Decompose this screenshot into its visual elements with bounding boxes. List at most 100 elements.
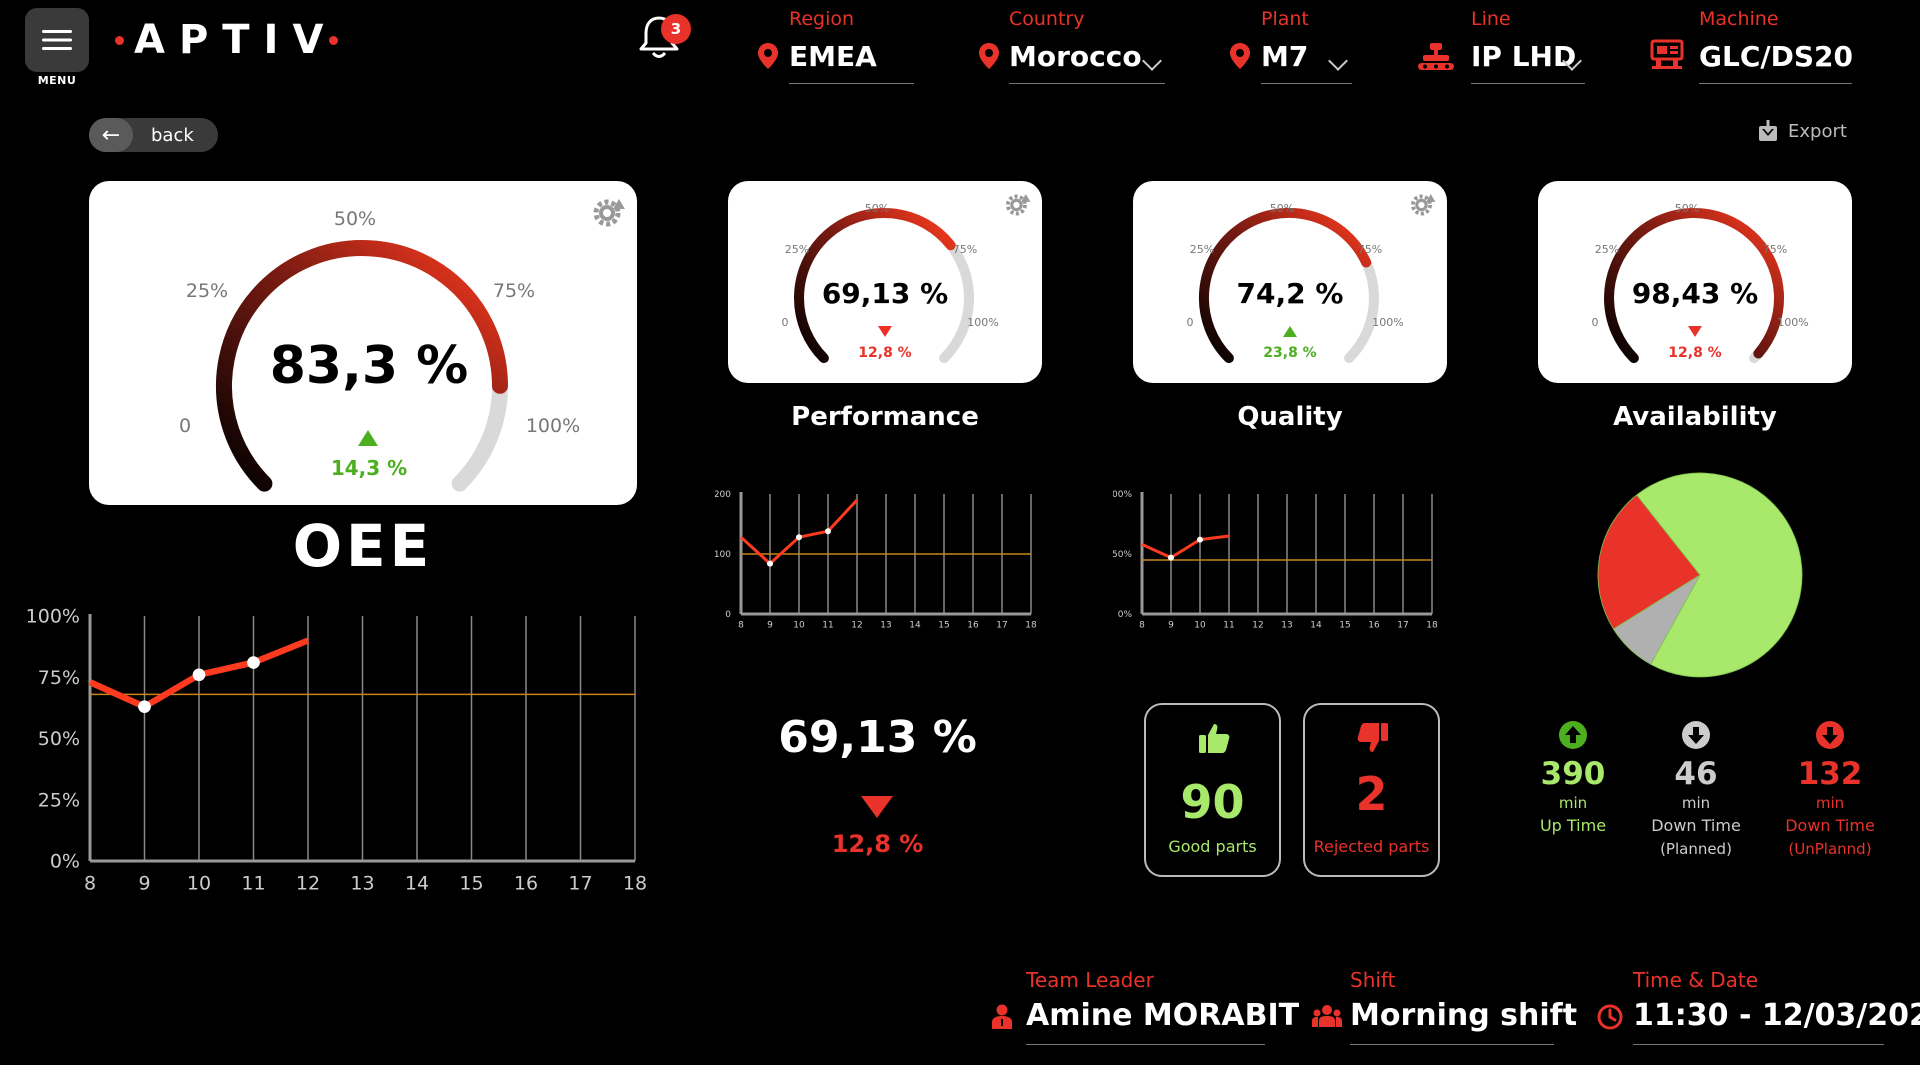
y-tick-label: 100% bbox=[26, 606, 80, 628]
data-point bbox=[767, 560, 773, 567]
machine-filter[interactable]: Machine GLC/DS20 bbox=[1650, 8, 1853, 86]
shift-label: Shift bbox=[1350, 968, 1396, 992]
performance-delta: 12,8 % bbox=[858, 345, 911, 361]
gauge-tick-25: 25% bbox=[785, 243, 809, 256]
performance-gauge: 50% 25% 75% 0 100% 69,13 % 12,8 % bbox=[782, 202, 999, 364]
region-label: Region bbox=[789, 8, 855, 30]
arrow-left-icon: ← bbox=[89, 118, 133, 152]
y-tick-label: 0% bbox=[50, 851, 80, 873]
x-tick-label: 9 bbox=[767, 621, 773, 631]
oee-delta: 14,3 % bbox=[331, 456, 407, 480]
rejected-parts-card: 2 Rejected parts bbox=[1303, 703, 1440, 877]
planned-downtime-label: Down Time bbox=[1651, 816, 1741, 835]
clock-icon bbox=[1597, 1004, 1623, 1030]
country-underline bbox=[1009, 83, 1165, 84]
person-icon bbox=[992, 1004, 1012, 1029]
x-tick-label: 10 bbox=[1194, 621, 1206, 631]
x-tick-label: 11 bbox=[241, 873, 265, 895]
data-point bbox=[247, 656, 260, 669]
team-leader-underline bbox=[1026, 1044, 1265, 1045]
performance-summary-delta: 12,8 % bbox=[831, 830, 924, 858]
x-tick-label: 15 bbox=[1339, 621, 1350, 631]
x-tick-label: 8 bbox=[738, 621, 744, 631]
availability-gauge-card: 50% 25% 75% 0 100% 98,43 % 12,8 % bbox=[1538, 181, 1852, 383]
region-underline bbox=[789, 83, 914, 84]
arrow-down-circle-icon bbox=[1816, 721, 1844, 749]
aptiv-logo: APTIV bbox=[115, 12, 339, 68]
data-point bbox=[796, 534, 802, 541]
export-button[interactable]: Export bbox=[1758, 120, 1847, 142]
availability-title: Availability bbox=[1613, 402, 1777, 432]
thumbs-up-icon bbox=[1199, 724, 1230, 753]
gauge-tick-50: 50% bbox=[1270, 202, 1294, 215]
x-tick-label: 12 bbox=[851, 621, 862, 631]
planned-downtime-value: 46 bbox=[1674, 756, 1718, 792]
performance-gauge-card: 50% 25% 75% 0 100% 69,13 % 12,8 % bbox=[728, 181, 1042, 383]
line-label: Line bbox=[1471, 8, 1511, 30]
x-tick-label: 10 bbox=[187, 873, 211, 895]
data-point bbox=[138, 700, 151, 713]
data-point bbox=[1168, 554, 1174, 561]
trend-up-icon bbox=[358, 430, 378, 446]
gauge-tick-50: 50% bbox=[334, 208, 376, 230]
gear-icon[interactable] bbox=[591, 195, 627, 231]
x-tick-label: 13 bbox=[880, 621, 891, 631]
logo-dot-left bbox=[115, 35, 124, 45]
arrow-up-circle-icon bbox=[1559, 721, 1587, 749]
country-filter[interactable]: Country Morocco bbox=[978, 8, 1165, 86]
trend-down-icon bbox=[878, 326, 892, 337]
plant-filter[interactable]: Plant M7 bbox=[1229, 8, 1352, 86]
line-underline bbox=[1471, 83, 1585, 84]
menu-button[interactable] bbox=[25, 8, 89, 72]
thumbs-down-icon bbox=[1357, 723, 1388, 752]
x-tick-label: 13 bbox=[1281, 621, 1292, 631]
x-tick-label: 16 bbox=[967, 621, 979, 631]
machine-label: Machine bbox=[1699, 8, 1779, 30]
shift-value: Morning shift bbox=[1350, 998, 1578, 1033]
x-tick-label: 15 bbox=[938, 621, 949, 631]
x-tick-label: 11 bbox=[1223, 621, 1234, 631]
unplanned-downtime-sublabel: (UnPlannd) bbox=[1788, 840, 1872, 858]
back-button[interactable]: ← back bbox=[89, 118, 218, 152]
oee-value: 83,3 % bbox=[270, 336, 469, 396]
availability-pie-chart bbox=[1597, 472, 1803, 678]
y-tick-label: 50% bbox=[1113, 550, 1132, 560]
location-pin-icon bbox=[1230, 43, 1250, 69]
line-filter[interactable]: Line IP LHD bbox=[1417, 8, 1585, 86]
series-line bbox=[1141, 534, 1230, 560]
machine-value: GLC/DS20 bbox=[1699, 40, 1853, 73]
gauge-tick-50: 50% bbox=[1675, 202, 1699, 215]
chevron-down-icon bbox=[1142, 51, 1162, 71]
x-tick-label: 12 bbox=[296, 873, 320, 895]
y-tick-label: 100 bbox=[715, 550, 731, 560]
data-point bbox=[192, 668, 206, 682]
gauge-tick-25: 25% bbox=[1190, 243, 1214, 256]
gauge-tick-75: 75% bbox=[493, 280, 535, 302]
plant-value: M7 bbox=[1261, 40, 1309, 73]
gear-icon[interactable] bbox=[1409, 191, 1437, 219]
x-tick-label: 14 bbox=[1310, 621, 1322, 631]
x-tick-label: 8 bbox=[1139, 621, 1145, 631]
quality-delta: 23,8 % bbox=[1263, 345, 1316, 361]
gauge-tick-100: 100% bbox=[1372, 316, 1403, 329]
uptime-unit: min bbox=[1558, 794, 1588, 812]
team-icon bbox=[1312, 1005, 1342, 1027]
data-point bbox=[825, 528, 831, 535]
performance-summary-value: 69,13 % bbox=[778, 712, 977, 763]
availability-delta: 12,8 % bbox=[1668, 345, 1721, 361]
team-leader-field: Team Leader Amine MORABIT bbox=[990, 966, 1299, 1046]
team-leader-value: Amine MORABIT bbox=[1026, 998, 1300, 1033]
uptime-label: Up Time bbox=[1539, 816, 1607, 835]
gear-icon[interactable] bbox=[1004, 191, 1032, 219]
trend-down-icon bbox=[861, 796, 893, 818]
unplanned-downtime-value: 132 bbox=[1797, 756, 1863, 792]
country-label: Country bbox=[1009, 8, 1085, 30]
oee-title: OEE bbox=[292, 512, 434, 580]
back-label: back bbox=[151, 124, 194, 146]
x-tick-label: 11 bbox=[822, 621, 833, 631]
region-filter[interactable]: Region EMEA bbox=[757, 8, 914, 86]
x-tick-label: 13 bbox=[350, 873, 374, 895]
datetime-underline bbox=[1633, 1044, 1884, 1045]
unplanned-downtime-unit: min bbox=[1815, 794, 1845, 812]
x-tick-label: 17 bbox=[1397, 621, 1408, 631]
